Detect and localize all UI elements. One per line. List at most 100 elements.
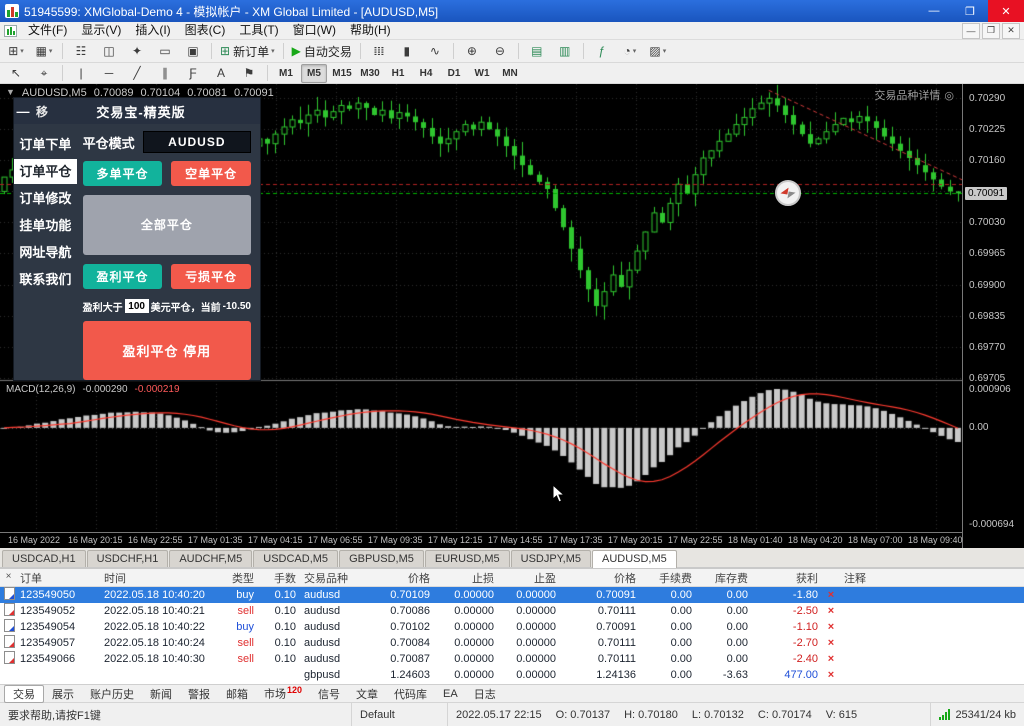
column-header-5[interactable]: 交易品种 bbox=[300, 570, 360, 586]
terminal-tab-5[interactable]: 邮箱 bbox=[218, 685, 256, 703]
timeframe-d1-button[interactable]: D1 bbox=[441, 64, 467, 83]
status-profile-selector[interactable]: Default bbox=[352, 703, 448, 726]
terminal-tab-4[interactable]: 警报 bbox=[180, 685, 218, 703]
terminal-tab-11[interactable]: 日志 bbox=[466, 685, 504, 703]
terminal-tab-1[interactable]: 展示 bbox=[44, 685, 82, 703]
order-row[interactable]: 1235490572022.05.18 10:40:24sell0.10audu… bbox=[0, 635, 1024, 651]
column-header-10[interactable]: 手续费 bbox=[640, 570, 696, 586]
navigator-button[interactable]: ✦ bbox=[124, 41, 150, 62]
new-order-button[interactable]: ⊞新订单▾ bbox=[217, 41, 278, 62]
close-loss-button[interactable]: 亏损平仓 bbox=[171, 264, 251, 289]
line-chart-button[interactable]: ∿ bbox=[422, 41, 448, 62]
column-header-11[interactable]: 库存费 bbox=[696, 570, 752, 586]
ea-menu-item-1[interactable]: 订单平仓 bbox=[14, 159, 77, 184]
ea-menu-item-5[interactable]: 联系我们 bbox=[14, 267, 77, 292]
chart-tab-usdcadm5[interactable]: USDCAD,M5 bbox=[253, 550, 338, 567]
crosshair-button[interactable]: ⌖ bbox=[31, 63, 57, 84]
timeframe-h4-button[interactable]: H4 bbox=[413, 64, 439, 83]
tile-windows-button[interactable]: ▤ bbox=[524, 41, 550, 62]
terminal-tab-0[interactable]: 交易 bbox=[4, 685, 44, 703]
order-close-button[interactable]: × bbox=[822, 589, 840, 601]
terminal-close-button[interactable]: × bbox=[2, 570, 15, 583]
column-header-6[interactable]: 价格 bbox=[360, 570, 434, 586]
terminal-button[interactable]: ▭ bbox=[152, 41, 178, 62]
terminal-tab-8[interactable]: 文章 bbox=[348, 685, 386, 703]
timeframe-m30-button[interactable]: M30 bbox=[357, 64, 383, 83]
ea-menu-item-4[interactable]: 网址导航 bbox=[14, 240, 77, 265]
new-chart-button[interactable]: ⊞▾ bbox=[3, 41, 29, 62]
menu-item-3[interactable]: 图表(C) bbox=[178, 22, 233, 39]
timeframe-w1-button[interactable]: W1 bbox=[469, 64, 495, 83]
timeframe-m1-button[interactable]: M1 bbox=[273, 64, 299, 83]
arrows-button[interactable]: ⚑ bbox=[236, 63, 262, 84]
terminal-tab-9[interactable]: 代码库 bbox=[386, 685, 435, 703]
column-header-14[interactable]: 注释 bbox=[840, 570, 1024, 586]
column-header-2[interactable]: 时间 bbox=[100, 570, 212, 586]
menu-item-0[interactable]: 文件(F) bbox=[21, 22, 74, 39]
order-row[interactable]: 1235490522022.05.18 10:40:21sell0.10audu… bbox=[0, 603, 1024, 619]
zoom-in-button[interactable]: ⊕ bbox=[459, 41, 485, 62]
ea-symbol-box[interactable]: AUDUSD bbox=[143, 131, 251, 153]
order-row[interactable]: 1235490502022.05.18 10:40:20buy0.10audus… bbox=[0, 587, 1024, 603]
fibonacci-button[interactable]: Ƒ bbox=[180, 63, 206, 84]
profiles-button[interactable]: ▦▾ bbox=[31, 41, 57, 62]
terminal-tab-6[interactable]: 市场120 bbox=[256, 684, 310, 703]
terminal-tab-10[interactable]: EA bbox=[435, 687, 466, 701]
trendline-button[interactable]: ╱ bbox=[124, 63, 150, 84]
column-header-12[interactable]: 获利 bbox=[752, 570, 822, 586]
order-close-button[interactable]: × bbox=[822, 605, 840, 617]
chart-tab-audusdm5[interactable]: AUDUSD,M5 bbox=[592, 550, 677, 568]
periods-button[interactable]: ◔▾ bbox=[617, 41, 643, 62]
order-close-button[interactable]: × bbox=[822, 669, 840, 681]
order-row[interactable]: gbpusd1.246030.000000.000001.241360.00-3… bbox=[0, 667, 1024, 683]
column-header-9[interactable]: 价格 bbox=[560, 570, 640, 586]
text-button[interactable]: A bbox=[208, 63, 234, 84]
profit-threshold-input[interactable] bbox=[125, 299, 149, 313]
terminal-tab-3[interactable]: 新闻 bbox=[142, 685, 180, 703]
chart-restore-button[interactable]: ❐ bbox=[982, 23, 1000, 39]
close-long-button[interactable]: 多单平仓 bbox=[83, 161, 163, 186]
order-close-button[interactable]: × bbox=[822, 621, 840, 633]
timeframe-h1-button[interactable]: H1 bbox=[385, 64, 411, 83]
chart-minimize-button[interactable]: — bbox=[962, 23, 980, 39]
order-close-button[interactable]: × bbox=[822, 637, 840, 649]
column-header-4[interactable]: 手数 bbox=[258, 570, 300, 586]
menu-item-1[interactable]: 显示(V) bbox=[74, 22, 128, 39]
menu-item-6[interactable]: 帮助(H) bbox=[343, 22, 398, 39]
timeframe-m5-button[interactable]: M5 bbox=[301, 64, 327, 83]
chart-tab-usdcadh1[interactable]: USDCAD,H1 bbox=[2, 550, 86, 567]
window-maximize-button[interactable]: ❐ bbox=[952, 0, 988, 22]
timeframe-mn-button[interactable]: MN bbox=[497, 64, 523, 83]
ea-collapse-button[interactable]: — bbox=[14, 104, 32, 119]
chart-close-button[interactable]: ✕ bbox=[1002, 23, 1020, 39]
profit-close-toggle-button[interactable]: 盈利平仓 停用 bbox=[83, 321, 251, 381]
close-short-button[interactable]: 空单平仓 bbox=[171, 161, 251, 186]
column-header-8[interactable]: 止盈 bbox=[498, 570, 560, 586]
terminal-tab-2[interactable]: 账户历史 bbox=[82, 685, 142, 703]
chart-tab-eurusdm5[interactable]: EURUSD,M5 bbox=[425, 550, 510, 567]
ea-menu-item-0[interactable]: 订单下单 bbox=[14, 132, 77, 157]
menu-item-4[interactable]: 工具(T) bbox=[232, 22, 285, 39]
order-close-button[interactable]: × bbox=[822, 653, 840, 665]
chart-tab-audchfm5[interactable]: AUDCHF,M5 bbox=[169, 550, 252, 567]
bar-chart-button[interactable]: 𝍖 bbox=[366, 41, 392, 62]
column-header-1[interactable]: 订单 bbox=[16, 570, 100, 586]
data-window-button[interactable]: ◫ bbox=[96, 41, 122, 62]
arrange-charts-button[interactable]: ▥ bbox=[552, 41, 578, 62]
chart-tab-usdchfh1[interactable]: USDCHF,H1 bbox=[87, 550, 169, 567]
templates-button[interactable]: ▨▾ bbox=[645, 41, 671, 62]
cursor-button[interactable]: ↖ bbox=[3, 63, 29, 84]
vertical-line-button[interactable]: | bbox=[68, 63, 94, 84]
chart-tab-usdjpym5[interactable]: USDJPY,M5 bbox=[511, 550, 591, 567]
symbol-details-link[interactable]: 交易品种详情 ◎ bbox=[874, 87, 954, 103]
strategy-tester-button[interactable]: ▣ bbox=[180, 41, 206, 62]
close-all-button[interactable]: 全部平仓 bbox=[83, 195, 251, 255]
channel-button[interactable]: ∥ bbox=[152, 63, 178, 84]
autotrading-button[interactable]: ▶自动交易 bbox=[289, 41, 355, 62]
timeframe-m15-button[interactable]: M15 bbox=[329, 64, 355, 83]
order-row[interactable]: 1235490542022.05.18 10:40:22buy0.10audus… bbox=[0, 619, 1024, 635]
menu-item-2[interactable]: 插入(I) bbox=[128, 22, 177, 39]
horizontal-line-button[interactable]: ─ bbox=[96, 63, 122, 84]
chart-tab-gbpusdm5[interactable]: GBPUSD,M5 bbox=[339, 550, 424, 567]
terminal-tab-7[interactable]: 信号 bbox=[310, 685, 348, 703]
